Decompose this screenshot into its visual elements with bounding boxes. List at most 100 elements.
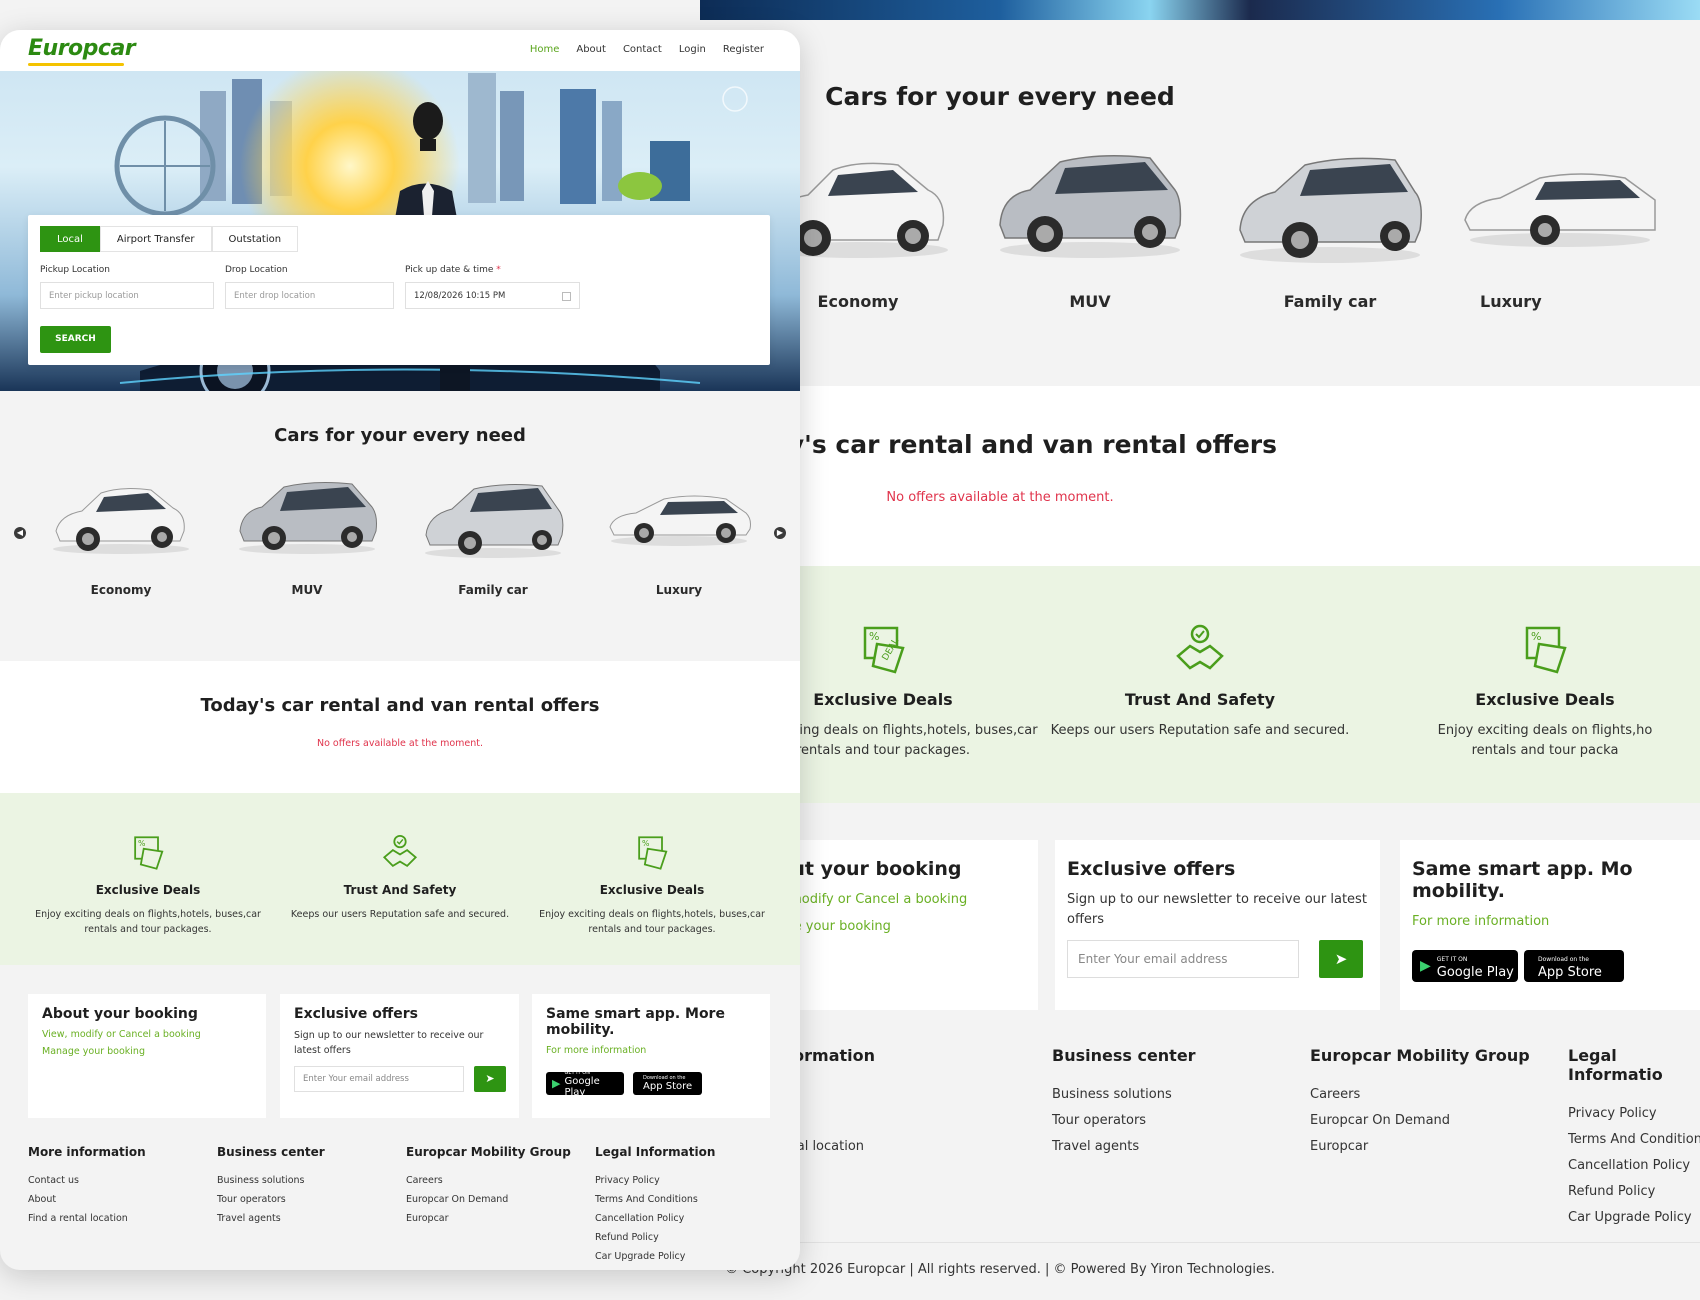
feature-title: Trust And Safety xyxy=(1124,690,1276,709)
calendar-icon[interactable] xyxy=(562,292,571,301)
nav-links: Home About Contact Login Register xyxy=(530,44,764,55)
footer-link[interactable]: Business solutions xyxy=(217,1175,325,1186)
newsletter-card-zoomed: Exclusive offers Sign up to our newslett… xyxy=(1055,840,1380,1010)
car-image-family[interactable] xyxy=(418,471,568,561)
footer-col-business-zoomed: Business center Business solutions Tour … xyxy=(1052,1046,1196,1154)
footer-link[interactable]: Cancellation Policy xyxy=(595,1213,715,1224)
footer-link[interactable]: About xyxy=(28,1194,146,1205)
google-play-badge[interactable]: ▶ GET IT ON Google Play xyxy=(546,1070,624,1098)
tab-airport-transfer[interactable]: Airport Transfer xyxy=(99,226,212,252)
footer-link[interactable]: Europcar On Demand xyxy=(406,1194,571,1205)
send-icon: ➤ xyxy=(1334,950,1348,968)
offers-empty-message: No offers available at the moment. xyxy=(316,738,484,749)
deal-tag-icon: % xyxy=(638,836,668,870)
modify-booking-link[interactable]: View, modify or Cancel a booking xyxy=(42,1029,252,1040)
car-image-muv[interactable] xyxy=(232,471,382,561)
newsletter-email-input[interactable]: Enter Your email address xyxy=(294,1066,464,1092)
newsletter-send-button[interactable]: ➤ xyxy=(474,1066,506,1092)
footer-link[interactable]: Privacy Policy xyxy=(1568,1106,1700,1121)
footer-link[interactable]: Refund Policy xyxy=(595,1232,715,1243)
pickup-datetime-input[interactable]: 12/08/2026 10:15 PM xyxy=(405,282,580,309)
footer-link[interactable]: Refund Policy xyxy=(1568,1184,1700,1199)
chevron-left-icon: ◀ xyxy=(16,528,24,537)
footer-col-mobility-group: Europcar Mobility Group Careers Europcar… xyxy=(406,1145,571,1224)
app-card-zoomed: Same smart app. Mo mobility. For more inf… xyxy=(1400,840,1700,1010)
trip-type-tabs: Local Airport Transfer Outstation xyxy=(40,226,299,252)
more-info-link[interactable]: For more information xyxy=(1412,914,1700,929)
car-label-luxury: Luxury xyxy=(655,583,703,597)
footer-link[interactable]: Europcar On Demand xyxy=(1310,1113,1530,1128)
pickup-location-input[interactable]: Enter pickup location xyxy=(40,282,214,309)
footer-link[interactable]: Business solutions xyxy=(1052,1087,1196,1102)
footer-link[interactable]: Privacy Policy xyxy=(595,1175,715,1186)
deal-tag-icon: % xyxy=(134,836,164,870)
footer-link[interactable]: Tour operators xyxy=(217,1194,325,1205)
search-button[interactable]: SEARCH xyxy=(40,326,111,353)
footer-link[interactable]: Europcar xyxy=(406,1213,571,1224)
footer-link[interactable]: Tour operators xyxy=(1052,1113,1196,1128)
app-store-badge[interactable]: Download on the App Store xyxy=(633,1072,702,1095)
newsletter-email-input[interactable]: Enter Your email address xyxy=(1067,940,1299,978)
footer-divider xyxy=(700,1242,1700,1243)
search-widget: Local Airport Transfer Outstation Pickup… xyxy=(28,215,770,365)
car-image-luxury-partial[interactable] xyxy=(1460,130,1660,280)
footer-link[interactable]: Terms And Conditions xyxy=(595,1194,715,1205)
top-navbar: Europcar Home About Contact Login Regist… xyxy=(0,30,800,71)
tab-outstation[interactable]: Outstation xyxy=(211,226,299,252)
footer-col-legal: Legal Information Privacy Policy Terms A… xyxy=(595,1145,716,1262)
footer-link[interactable]: Contact us xyxy=(28,1175,146,1186)
svg-text:%: % xyxy=(642,839,650,848)
datetime-label: Pick up date & time * xyxy=(405,265,501,275)
google-play-icon: ▶ xyxy=(552,1077,561,1090)
footer-link[interactable]: Travel agents xyxy=(1052,1139,1196,1154)
booking-title: About your booking xyxy=(42,1006,198,1022)
feature-text: Keeps our users Reputation safe and secu… xyxy=(1050,723,1350,738)
chevron-right-icon: ▶ xyxy=(776,528,784,537)
google-play-badge[interactable]: ▶ GET IT ON Google Play xyxy=(1412,950,1518,982)
logo-underline xyxy=(28,63,124,66)
newsletter-title: Exclusive offers xyxy=(1067,858,1236,880)
tab-local[interactable]: Local xyxy=(40,226,100,252)
features-section: % Exclusive Deals Enjoy exciting deals o… xyxy=(0,793,800,965)
carousel-next-button[interactable]: ▶ xyxy=(774,527,786,539)
europcar-logo[interactable]: Europcar xyxy=(28,36,136,61)
footer-link[interactable]: Europcar xyxy=(1310,1139,1530,1154)
footer-link[interactable]: Terms And Condition xyxy=(1568,1132,1700,1147)
footer-link[interactable]: Careers xyxy=(406,1175,571,1186)
newsletter-card: Exclusive offers Sign up to our newslett… xyxy=(280,994,519,1118)
car-image-family[interactable] xyxy=(1230,130,1430,280)
app-store-badge[interactable]: Download on the App Store xyxy=(1524,950,1624,982)
footer-link[interactable]: Car Upgrade Policy xyxy=(1568,1210,1700,1225)
newsletter-send-button[interactable]: ➤ xyxy=(1319,940,1363,978)
footer-col-more-info: More information Contact us About Find a… xyxy=(28,1145,146,1224)
booking-card: About your booking View, modify or Cance… xyxy=(28,994,266,1118)
nav-about[interactable]: About xyxy=(576,44,606,55)
app-card: Same smart app. More mobility. For more … xyxy=(532,994,770,1118)
nav-register[interactable]: Register xyxy=(723,44,764,55)
more-info-link[interactable]: For more information xyxy=(546,1045,756,1056)
footer-link[interactable]: Car Upgrade Policy xyxy=(595,1251,715,1262)
car-label-muv: MUV xyxy=(291,583,323,597)
newsletter-title: Exclusive offers xyxy=(294,1006,418,1022)
car-image-muv[interactable] xyxy=(990,130,1190,280)
car-image-economy[interactable] xyxy=(46,471,196,561)
feature-exclusive-deals-partial: % Exclusive Deals Enjoy exciting deals o… xyxy=(1380,622,1700,761)
footer-link[interactable]: Cancellation Policy xyxy=(1568,1158,1700,1173)
feature-exclusive-deals: % Exclusive Deals Enjoy exciting deals o… xyxy=(23,833,273,937)
carousel-prev-button[interactable]: ◀ xyxy=(14,527,26,539)
footer-link[interactable]: Careers xyxy=(1310,1087,1530,1102)
drop-location-input[interactable]: Enter drop location xyxy=(225,282,394,309)
hero-image-strip xyxy=(700,0,1700,20)
footer-link[interactable]: Find a rental location xyxy=(28,1213,146,1224)
desktop-page-preview: Europcar Home About Contact Login Regist… xyxy=(0,30,800,1270)
nav-login[interactable]: Login xyxy=(679,44,706,55)
feature-text: Enjoy exciting deals on flights,ho rental… xyxy=(1437,723,1653,758)
cars-section: Cars for your every need ◀ ▶ Economy MUV… xyxy=(0,391,800,661)
car-image-luxury[interactable] xyxy=(604,471,754,561)
footer-link[interactable]: Travel agents xyxy=(217,1213,325,1224)
car-label-family: Family car xyxy=(1283,292,1377,311)
nav-home[interactable]: Home xyxy=(530,44,560,55)
nav-contact[interactable]: Contact xyxy=(623,44,662,55)
manage-booking-link[interactable]: Manage your booking xyxy=(42,1046,252,1057)
feature-title: Exclusive Deals xyxy=(1475,690,1615,709)
